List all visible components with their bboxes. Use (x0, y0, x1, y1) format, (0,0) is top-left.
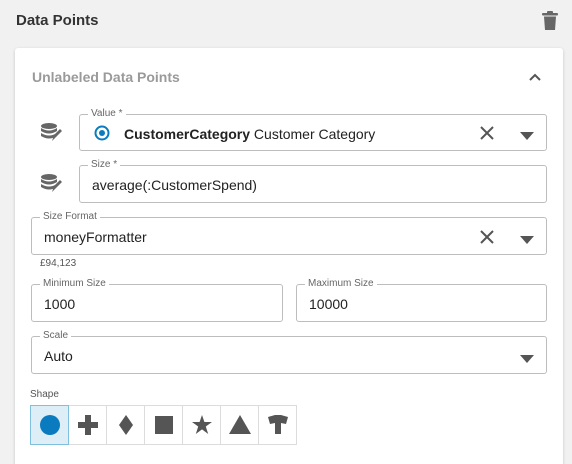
size-format-value: moneyFormatter (44, 229, 147, 245)
scale-field[interactable]: Scale Auto (31, 329, 547, 374)
shape-square-button[interactable] (144, 405, 183, 445)
shape-cross-button[interactable] (68, 405, 107, 445)
shape-circle-button[interactable] (30, 405, 69, 445)
min-size-field[interactable]: Minimum Size 1000 (31, 277, 283, 322)
database-icon (40, 122, 62, 144)
scale-value: Auto (44, 348, 73, 364)
max-size-value: 10000 (309, 296, 348, 312)
value-field-name: CustomerCategory (124, 126, 251, 142)
max-size-field[interactable]: Maximum Size 10000 (296, 277, 547, 322)
card-title: Unlabeled Data Points (32, 69, 180, 85)
cross-icon (77, 415, 98, 435)
size-format-hint: £94,123 (40, 258, 77, 269)
value-field-label: Value * (88, 107, 126, 121)
size-field-label: Size * (88, 158, 121, 172)
clear-icon[interactable] (479, 229, 495, 245)
shape-star-button[interactable] (182, 405, 221, 445)
shape-picker (30, 405, 297, 445)
chevron-down-icon[interactable] (520, 351, 534, 363)
size-format-field[interactable]: Size Format moneyFormatter (31, 210, 547, 255)
panel-title: Data Points (16, 12, 99, 29)
star-icon (191, 415, 212, 434)
panel-header: Data Points (0, 0, 572, 44)
chevron-up-icon[interactable] (527, 70, 543, 82)
square-icon (154, 416, 173, 434)
diamond-icon (118, 415, 133, 435)
shape-label: Shape (30, 389, 59, 400)
chevron-down-icon[interactable] (520, 128, 534, 140)
value-field-display: Customer Category (253, 126, 376, 142)
database-icon (40, 173, 62, 195)
min-size-label: Minimum Size (40, 277, 109, 291)
triangle-icon (228, 415, 251, 434)
shape-shield-button[interactable] (258, 405, 297, 445)
target-icon (94, 125, 110, 141)
scale-label: Scale (40, 329, 72, 343)
chevron-down-icon[interactable] (520, 232, 534, 244)
shape-diamond-button[interactable] (106, 405, 145, 445)
min-size-value: 1000 (44, 296, 76, 312)
value-field[interactable]: Value * CustomerCategory Customer Catego… (79, 107, 547, 151)
max-size-label: Maximum Size (305, 277, 377, 291)
size-field[interactable]: Size * average(:CustomerSpend) (79, 158, 547, 203)
shape-triangle-button[interactable] (220, 405, 259, 445)
size-field-value: average(:CustomerSpend) (92, 177, 257, 193)
trash-icon[interactable] (541, 11, 559, 31)
shield-icon (267, 415, 288, 434)
size-format-label: Size Format (40, 210, 100, 224)
circle-icon (39, 415, 60, 435)
clear-icon[interactable] (479, 125, 495, 141)
